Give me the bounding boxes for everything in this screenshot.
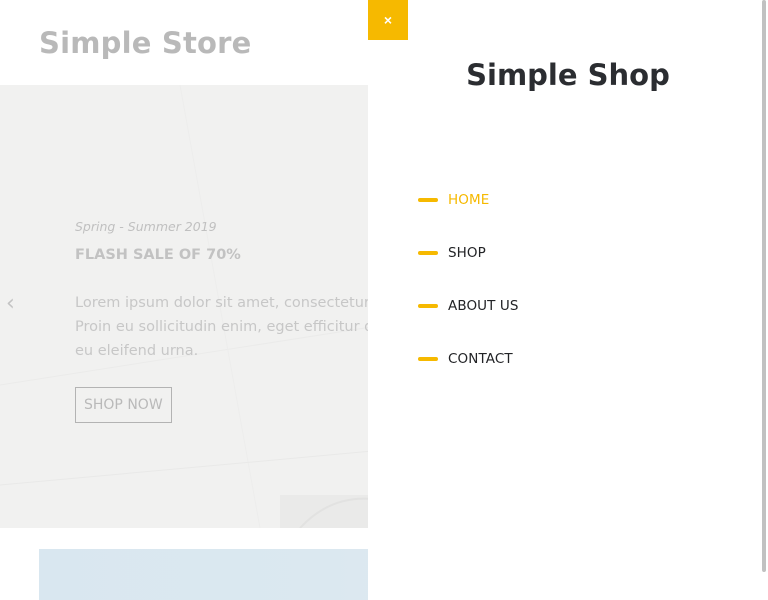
menu-item-label: CONTACT (448, 351, 513, 367)
menu-item-about-us[interactable]: ABOUT US (418, 294, 519, 318)
menu-item-label: ABOUT US (448, 298, 519, 314)
close-icon: × (383, 12, 393, 28)
hero-subtitle: Spring - Summer 2019 (75, 219, 217, 234)
menu-title: Simple Shop (466, 58, 670, 92)
menu-list: HOME SHOP ABOUT US CONTACT (418, 188, 519, 400)
menu-item-contact[interactable]: CONTACT (418, 347, 519, 371)
hero-title: FLASH SALE OF 70% (75, 247, 241, 263)
dash-icon (418, 251, 438, 255)
hero-description-line: Lorem ipsum dolor sit amet, consectetur … (75, 295, 384, 311)
previous-slide-icon[interactable]: ‹ (6, 293, 15, 315)
menu-item-label: SHOP (448, 245, 486, 261)
page: Simple Store ‹ Spring - Summer 2019 FLAS… (0, 0, 768, 600)
dash-icon (418, 304, 438, 308)
dash-icon (418, 198, 438, 202)
scrollbar-thumb[interactable] (762, 0, 766, 572)
dash-icon (418, 357, 438, 361)
menu-item-label: HOME (448, 192, 490, 208)
hero-description-line: eu eleifend urna. (75, 343, 199, 359)
hero-description-line: Proin eu sollicitudin enim, eget efficit… (75, 319, 374, 335)
store-title[interactable]: Simple Store (39, 26, 252, 60)
hero-description: Lorem ipsum dolor sit amet, consectetur … (75, 291, 415, 363)
close-menu-button[interactable]: × (368, 0, 408, 40)
menu-item-shop[interactable]: SHOP (418, 241, 519, 265)
side-menu-panel: × Simple Shop HOME SHOP ABOUT US CONTACT (368, 0, 768, 600)
menu-item-home[interactable]: HOME (418, 188, 519, 212)
shop-now-button[interactable]: SHOP NOW (75, 387, 172, 423)
